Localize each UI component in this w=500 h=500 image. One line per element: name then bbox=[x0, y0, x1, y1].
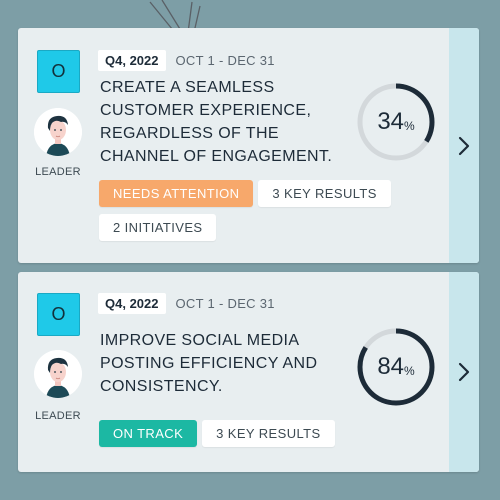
person-avatar-icon bbox=[34, 108, 82, 156]
objective-period: Q4, 2022 OCT 1 - DEC 31 bbox=[98, 293, 275, 314]
progress-value: 84% bbox=[356, 327, 436, 407]
objective-badge: O bbox=[37, 293, 80, 336]
objective-title[interactable]: IMPROVE SOCIAL MEDIA POSTING EFFICIENCY … bbox=[100, 329, 350, 398]
objective-title[interactable]: CREATE A SEAMLESS CUSTOMER EXPERIENCE, R… bbox=[100, 76, 350, 168]
leader-avatar[interactable] bbox=[34, 108, 82, 156]
progress-value: 34% bbox=[356, 82, 436, 162]
progress-ring: 34% bbox=[356, 82, 436, 162]
tag-row-2: 2 INITIATIVES bbox=[99, 214, 217, 241]
chevron-right-icon bbox=[458, 362, 470, 382]
key-results-tag[interactable]: 3 KEY RESULTS bbox=[258, 180, 391, 207]
leader-label: LEADER bbox=[35, 166, 81, 178]
key-results-tag[interactable]: 3 KEY RESULTS bbox=[202, 420, 335, 447]
person-avatar-icon bbox=[34, 350, 82, 398]
progress-number: 84 bbox=[377, 353, 405, 380]
progress-unit: % bbox=[404, 364, 415, 378]
quarter-label: Q4, 2022 bbox=[98, 50, 166, 71]
leader-label: LEADER bbox=[35, 410, 81, 422]
progress-number: 34 bbox=[377, 108, 405, 135]
date-range: OCT 1 - DEC 31 bbox=[175, 53, 275, 68]
objective-card[interactable]: O LEADER Q4, 2022 OCT 1 - DEC 31 IMPROVE… bbox=[18, 272, 479, 472]
expand-objective-button[interactable] bbox=[449, 272, 479, 472]
expand-objective-button[interactable] bbox=[449, 28, 479, 263]
leader-avatar[interactable] bbox=[34, 350, 82, 398]
tag-row: ON TRACK 3 KEY RESULTS bbox=[99, 420, 335, 447]
progress-ring: 84% bbox=[356, 327, 436, 407]
status-tag-on-track[interactable]: ON TRACK bbox=[99, 420, 198, 447]
tag-row: NEEDS ATTENTION 3 KEY RESULTS bbox=[99, 180, 391, 207]
objective-period: Q4, 2022 OCT 1 - DEC 31 bbox=[98, 50, 275, 71]
chevron-right-icon bbox=[458, 136, 470, 155]
progress-unit: % bbox=[404, 119, 415, 133]
objective-card[interactable]: O LEADER Q4, 2022 OCT 1 - DEC 31 CREATE … bbox=[18, 28, 479, 263]
quarter-label: Q4, 2022 bbox=[98, 293, 166, 314]
date-range: OCT 1 - DEC 31 bbox=[175, 296, 275, 311]
initiatives-tag[interactable]: 2 INITIATIVES bbox=[99, 214, 217, 241]
status-tag-needs-attention[interactable]: NEEDS ATTENTION bbox=[99, 180, 254, 207]
objective-badge: O bbox=[37, 50, 80, 93]
